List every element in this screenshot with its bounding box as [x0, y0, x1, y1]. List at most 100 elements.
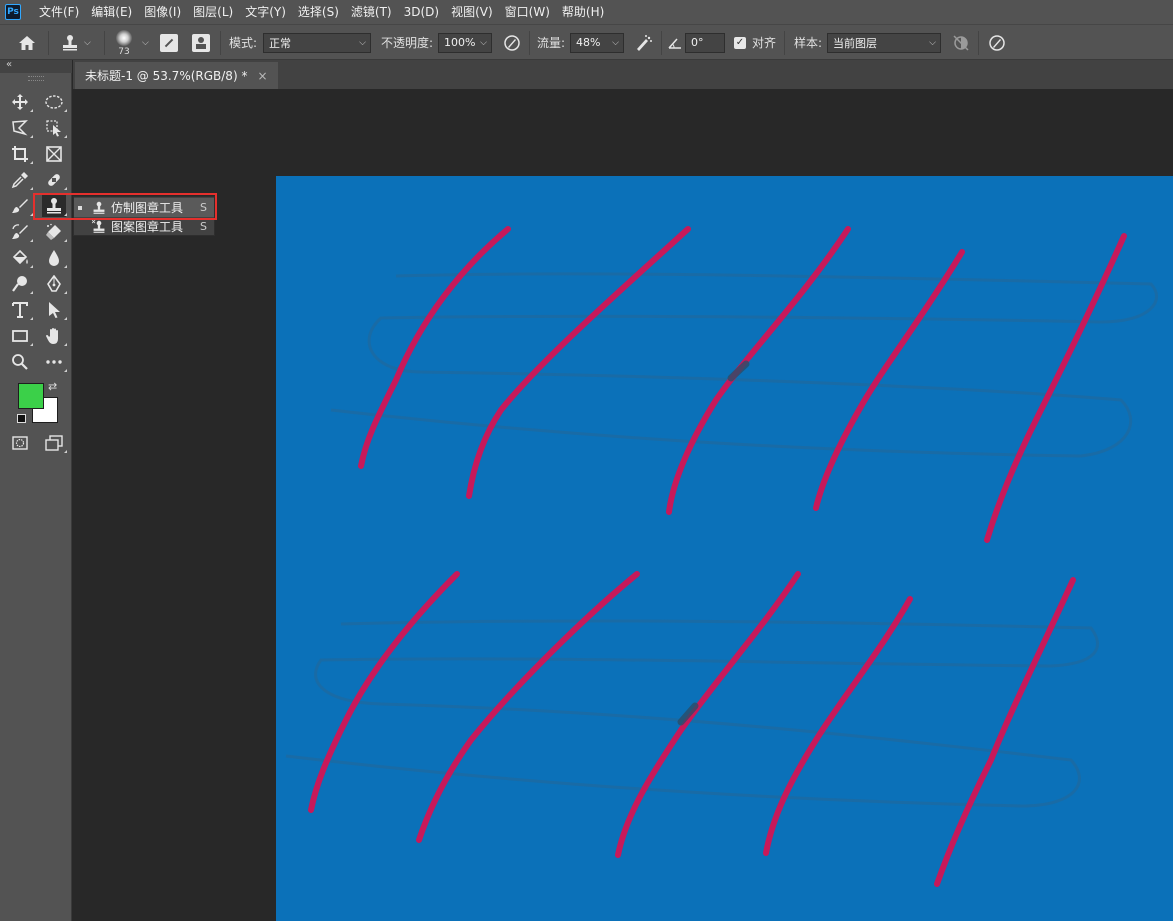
pen-tool[interactable] — [42, 273, 67, 295]
polygon-lasso-tool[interactable] — [8, 117, 33, 139]
ignore-adjustment-icon — [953, 34, 969, 51]
paint-stroke — [466, 226, 691, 499]
menu-help[interactable]: 帮助(H) — [556, 0, 610, 24]
screen-mode-icon — [45, 435, 63, 451]
quick-mask-button[interactable] — [8, 432, 32, 454]
paint-stroke — [666, 226, 851, 515]
eyedropper-icon — [11, 172, 28, 189]
angle-field[interactable]: 0° — [685, 32, 725, 53]
pressure-pen-icon — [989, 34, 1005, 51]
document-tab[interactable]: 未标题-1 @ 53.7%(RGB/8) * × — [75, 62, 278, 89]
pressure-size-button[interactable] — [988, 25, 1006, 60]
selected-dot-icon — [78, 205, 82, 210]
history-brush-tool[interactable] — [8, 221, 33, 243]
document-tab-bar: 未标题-1 @ 53.7%(RGB/8) * × — [73, 60, 1173, 89]
menu-image[interactable]: 图像(I) — [138, 0, 187, 24]
stamp-tool-flyout: 仿制图章工具 S 图案图章工具 S — [73, 196, 215, 236]
menu-edit[interactable]: 编辑(E) — [85, 0, 138, 24]
paint-stroke — [308, 571, 460, 813]
screen-mode-button[interactable] — [42, 432, 67, 454]
sample-select[interactable]: 当前图层 ⌵ — [827, 32, 941, 53]
clone-stamp-icon — [93, 201, 105, 214]
healing-brush-tool[interactable] — [42, 169, 67, 191]
menu-layer[interactable]: 图层(L) — [187, 0, 239, 24]
frame-icon — [46, 146, 62, 162]
document-canvas[interactable] — [276, 176, 1173, 921]
opacity-label: 不透明度: — [381, 36, 434, 50]
home-button[interactable] — [17, 25, 37, 60]
hand-tool[interactable] — [42, 325, 67, 347]
opacity-field[interactable]: 100% ⌵ — [438, 32, 492, 53]
align-label: 对齐 — [752, 36, 777, 50]
frame-tool[interactable] — [42, 143, 66, 165]
brush-preset-picker[interactable]: 73 ⌵ — [112, 25, 149, 60]
menu-select[interactable]: 选择(S) — [292, 0, 345, 24]
clone-stamp-icon — [47, 198, 61, 214]
menu-bar: Ps 文件(F) 编辑(E) 图像(I) 图层(L) 文字(Y) 选择(S) 滤… — [0, 0, 1173, 24]
pressure-opacity-button[interactable] — [503, 25, 521, 60]
eraser-icon — [46, 223, 61, 240]
blur-tool[interactable] — [42, 247, 67, 269]
dodge-tool[interactable] — [8, 273, 33, 295]
canvas-area[interactable] — [73, 89, 1173, 921]
ellipse-marquee-tool[interactable] — [42, 91, 67, 113]
paint-bucket-icon — [12, 249, 28, 265]
chevron-down-icon: ⌵ — [359, 37, 366, 48]
menu-3d[interactable]: 3D(D) — [398, 0, 445, 24]
flow-field[interactable]: 48% ⌵ — [570, 32, 624, 53]
foreground-color-swatch[interactable] — [18, 383, 44, 409]
ignore-adjustment-layers-button[interactable] — [952, 25, 970, 60]
pen-icon — [47, 275, 61, 292]
menu-view[interactable]: 视图(V) — [445, 0, 499, 24]
zoom-tool[interactable] — [8, 351, 32, 373]
toggle-brush-settings-button[interactable] — [160, 25, 178, 60]
panel-grip[interactable] — [28, 76, 44, 81]
flyout-item-clone-stamp[interactable]: 仿制图章工具 S — [74, 198, 214, 217]
crop-tool[interactable] — [8, 143, 33, 165]
options-bar: ⌵ 73 ⌵ 模式: 正常 ⌵ 不透明度: 100% ⌵ 流量: 48% ⌵ 0… — [0, 24, 1173, 60]
brush-tool[interactable] — [8, 195, 33, 217]
type-tool[interactable] — [8, 299, 33, 321]
edit-toolbar-button[interactable] — [42, 351, 67, 373]
canvas-artwork — [285, 226, 1158, 887]
align-checkbox[interactable]: ✓ 对齐 — [734, 25, 776, 60]
object-select-tool[interactable] — [42, 117, 67, 139]
mode-select[interactable]: 正常 ⌵ — [263, 32, 371, 53]
type-icon — [12, 302, 28, 318]
soft-brush-tip-icon — [116, 29, 132, 46]
eyedropper-tool[interactable] — [8, 169, 33, 191]
mode-value: 正常 — [269, 36, 291, 50]
clone-source-icon — [192, 33, 210, 52]
close-icon[interactable]: × — [257, 69, 267, 83]
flyout-item-shortcut: S — [200, 201, 207, 214]
default-colors-icon[interactable] — [17, 414, 26, 423]
dodge-icon — [12, 276, 27, 292]
menu-type[interactable]: 文字(Y) — [239, 0, 292, 24]
rectangle-tool[interactable] — [8, 325, 33, 347]
flyout-item-pattern-stamp[interactable]: 图案图章工具 S — [74, 217, 214, 236]
eraser-tool[interactable] — [42, 221, 67, 243]
menu-filter[interactable]: 滤镜(T) — [345, 0, 398, 24]
paint-stroke — [615, 571, 801, 858]
toggle-clone-source-button[interactable] — [192, 25, 210, 60]
clone-stamp-tool[interactable] — [42, 195, 67, 217]
swap-colors-icon[interactable]: ⇄ — [48, 380, 57, 393]
more-icon — [46, 360, 62, 364]
opacity-value: 100% — [444, 36, 476, 49]
menu-window[interactable]: 窗口(W) — [499, 0, 556, 24]
blur-drop-icon — [49, 250, 59, 266]
clone-stamp-icon — [63, 34, 77, 50]
home-icon — [19, 35, 35, 50]
tool-preset-picker[interactable]: ⌵ — [60, 25, 91, 60]
path-select-tool[interactable] — [42, 299, 67, 321]
move-tool[interactable] — [8, 91, 33, 113]
pressure-pen-icon — [504, 34, 520, 51]
airbrush-button[interactable] — [634, 25, 654, 60]
flyout-item-label: 图案图章工具 — [111, 220, 184, 234]
tools-panel-header[interactable]: « — [0, 59, 72, 73]
menu-file[interactable]: 文件(F) — [33, 0, 85, 24]
paint-bucket-tool[interactable] — [8, 247, 33, 269]
ellipse-marquee-icon — [45, 95, 63, 109]
collapse-icon[interactable]: « — [6, 59, 12, 70]
chevron-down-icon: ⌵ — [84, 37, 91, 48]
